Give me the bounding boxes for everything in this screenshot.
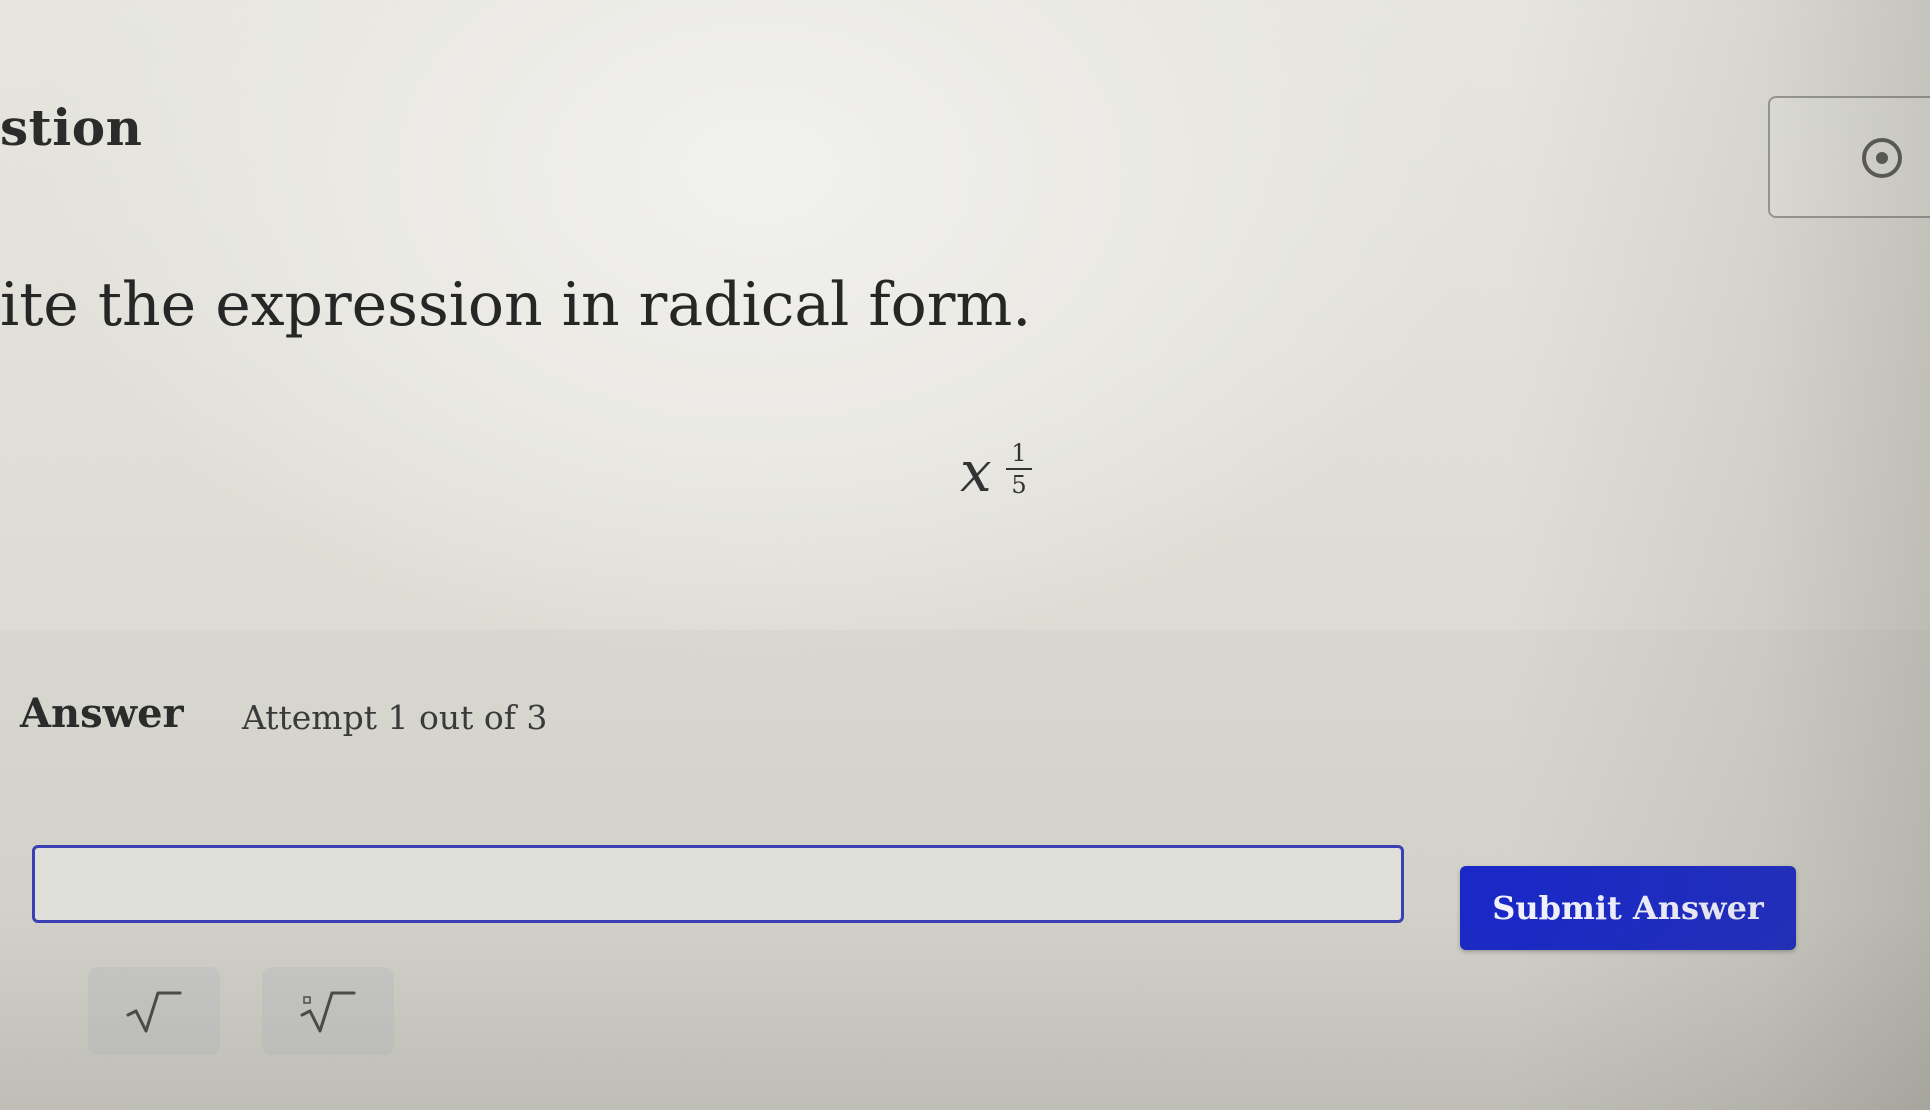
exponent-fraction: 1 5 — [1006, 440, 1032, 498]
attempt-counter: Attempt 1 out of 3 — [242, 698, 548, 737]
expression-base: x — [960, 440, 992, 505]
question-prompt: ite the expression in radical form. — [0, 270, 1032, 340]
exponent-numerator: 1 — [1011, 439, 1027, 467]
square-root-icon — [126, 991, 182, 1033]
section-title: stion — [0, 98, 143, 157]
nth-root-button[interactable] — [262, 967, 394, 1055]
square-root-button[interactable] — [88, 967, 220, 1055]
answer-heading: Answer — [20, 690, 184, 737]
answer-input[interactable] — [32, 845, 1404, 923]
tool-panel[interactable] — [1768, 96, 1930, 218]
target-icon[interactable] — [1862, 138, 1902, 178]
fraction-bar — [1006, 468, 1032, 470]
exponent-denominator: 5 — [1011, 471, 1027, 499]
submit-answer-button[interactable]: Submit Answer — [1460, 866, 1796, 950]
nth-root-icon — [300, 991, 356, 1033]
